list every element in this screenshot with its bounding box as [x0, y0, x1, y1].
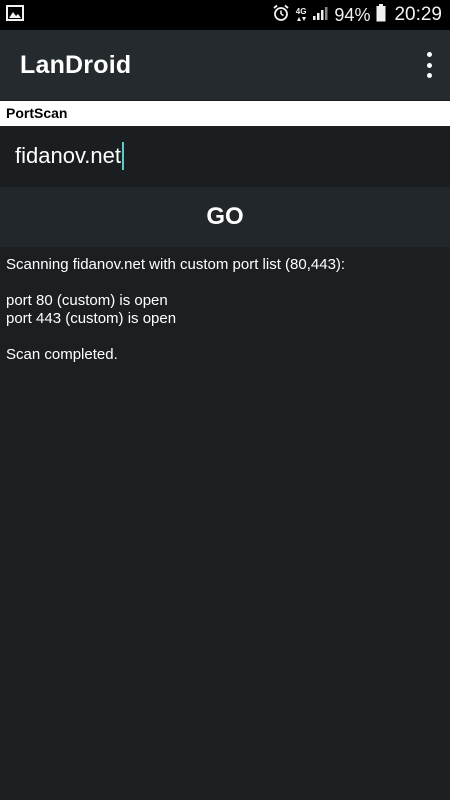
- status-bar: 4G 94% 20:29: [0, 0, 450, 30]
- battery-percent: 94%: [334, 4, 371, 25]
- text-cursor: [122, 142, 125, 170]
- overflow-menu-icon[interactable]: [422, 52, 436, 78]
- scan-header: Scanning fidanov.net with custom port li…: [6, 256, 346, 273]
- section-title: PortScan: [0, 101, 450, 126]
- signal-strength-icon: [312, 5, 328, 26]
- scan-output: Scanning fidanov.net with custom port li…: [6, 256, 444, 364]
- network-type-indicator: 4G: [295, 7, 307, 22]
- scan-result-line: port 443 (custom) is open: [6, 310, 177, 327]
- app-title: LanDroid: [20, 51, 132, 79]
- host-input-value[interactable]: fidanov.net: [15, 143, 121, 169]
- go-button[interactable]: GO: [0, 187, 450, 247]
- alarm-icon: [272, 4, 290, 27]
- app-bar: LanDroid: [0, 30, 450, 100]
- network-type-label: 4G: [295, 7, 307, 16]
- scan-footer: Scan completed.: [6, 346, 118, 363]
- battery-icon: [376, 3, 386, 27]
- image-notification-icon: [6, 4, 24, 26]
- scan-result-line: port 80 (custom) is open: [6, 292, 168, 309]
- host-input-field[interactable]: fidanov.net: [0, 127, 450, 187]
- menu-dot: [426, 62, 432, 68]
- clock: 20:29: [394, 4, 442, 25]
- menu-dot: [426, 73, 432, 78]
- menu-dot: [426, 52, 432, 57]
